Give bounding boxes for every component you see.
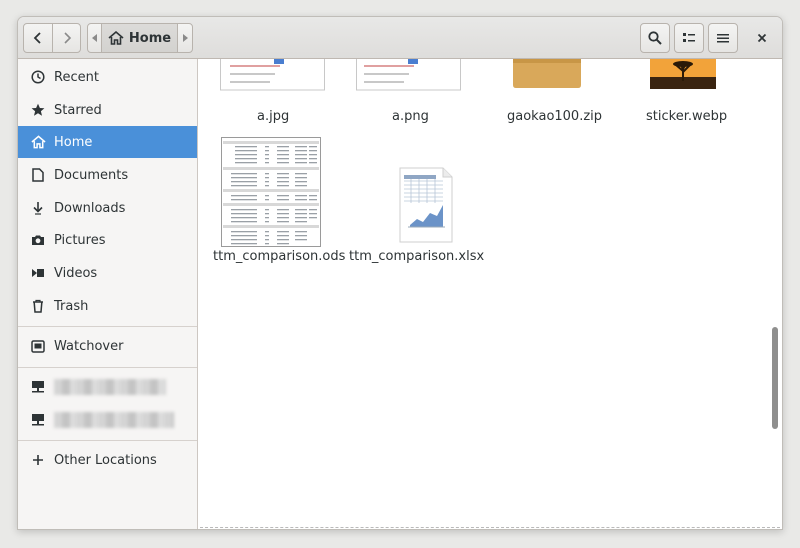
sidebar-item-documents[interactable]: Documents bbox=[18, 159, 197, 191]
network-drive-icon bbox=[30, 379, 46, 395]
sidebar-item-label: Pictures bbox=[54, 232, 106, 248]
back-button[interactable] bbox=[23, 23, 53, 53]
sidebar-item-network-2[interactable] bbox=[18, 404, 197, 436]
download-icon bbox=[30, 200, 46, 216]
sidebar-item-label: Home bbox=[54, 134, 93, 150]
camera-icon bbox=[30, 232, 46, 248]
sidebar-item-starred[interactable]: Starred bbox=[18, 94, 197, 126]
sidebar-item-other-locations[interactable]: Other Locations bbox=[18, 444, 197, 476]
sidebar-item-watchover[interactable]: Watchover bbox=[18, 330, 197, 362]
search-icon bbox=[648, 31, 662, 45]
sidebar-item-network-1[interactable] bbox=[18, 371, 197, 403]
star-icon bbox=[30, 102, 46, 118]
triangle-left-icon bbox=[91, 34, 98, 42]
file-name[interactable]: a.jpg bbox=[257, 109, 289, 124]
list-view-icon bbox=[682, 32, 696, 44]
file-name[interactable]: gaokao100.zip bbox=[507, 109, 602, 124]
sidebar-separator bbox=[18, 367, 197, 368]
sidebar-item-recent[interactable]: Recent bbox=[18, 61, 197, 93]
sidebar-item-trash[interactable]: Trash bbox=[18, 290, 197, 322]
spreadsheet-icon[interactable] bbox=[399, 167, 453, 243]
file-thumbnail[interactable] bbox=[650, 59, 716, 89]
search-button[interactable] bbox=[640, 23, 670, 53]
home-icon bbox=[108, 31, 124, 45]
file-name[interactable]: a.png bbox=[392, 109, 429, 124]
redacted-location-name bbox=[54, 379, 166, 395]
video-icon bbox=[30, 265, 46, 281]
path-home-button[interactable]: Home bbox=[101, 23, 178, 53]
clock-icon bbox=[30, 69, 46, 85]
chevron-right-icon bbox=[61, 32, 73, 44]
path-scroll-right-button[interactable] bbox=[177, 23, 193, 53]
menu-button[interactable] bbox=[708, 23, 738, 53]
path-scroll-left-button[interactable] bbox=[87, 23, 102, 53]
sidebar-item-label: Trash bbox=[54, 298, 89, 314]
file-view: a.jpg a.png gaokao100.zip sticker.webp t… bbox=[198, 59, 782, 529]
sidebar-separator bbox=[18, 326, 197, 327]
forward-button[interactable] bbox=[52, 23, 81, 53]
sidebar-item-label: Documents bbox=[54, 167, 129, 183]
network-drive-icon bbox=[30, 412, 46, 428]
header-bar: Home bbox=[18, 17, 782, 59]
sidebar-item-home[interactable]: Home bbox=[18, 126, 197, 158]
home-icon bbox=[30, 134, 46, 150]
sidebar-item-videos[interactable]: Videos bbox=[18, 257, 197, 289]
trash-icon bbox=[30, 298, 46, 314]
sidebar-item-label: Other Locations bbox=[54, 452, 157, 468]
file-thumbnail[interactable] bbox=[220, 59, 325, 91]
file-name[interactable]: ttm_comparison.xlsx bbox=[349, 249, 484, 264]
file-name[interactable]: ttm_comparison.ods bbox=[213, 249, 345, 264]
file-thumbnail[interactable] bbox=[221, 137, 321, 247]
plus-icon bbox=[30, 452, 46, 468]
sidebar-item-pictures[interactable]: Pictures bbox=[18, 224, 197, 256]
hamburger-icon bbox=[716, 32, 730, 44]
vertical-scrollbar[interactable] bbox=[772, 327, 778, 429]
sidebar-item-label: Starred bbox=[54, 102, 102, 118]
chevron-left-icon bbox=[32, 32, 44, 44]
close-icon bbox=[757, 32, 767, 47]
path-home-label: Home bbox=[128, 30, 172, 46]
sidebar-item-label: Downloads bbox=[54, 200, 126, 216]
document-icon bbox=[30, 167, 46, 183]
close-button[interactable] bbox=[751, 28, 773, 50]
file-thumbnail[interactable] bbox=[356, 59, 461, 91]
sidebar-item-label: Watchover bbox=[54, 338, 124, 354]
triangle-right-icon bbox=[182, 34, 188, 42]
drive-icon bbox=[30, 338, 46, 354]
sidebar-item-label: Recent bbox=[54, 69, 99, 85]
archive-icon[interactable] bbox=[512, 59, 582, 89]
file-name[interactable]: sticker.webp bbox=[646, 109, 727, 124]
sidebar-item-label: Videos bbox=[54, 265, 98, 281]
sidebar: Recent Starred Home Documents Downloads … bbox=[18, 59, 198, 529]
bottom-drop-indicator bbox=[200, 527, 780, 528]
sidebar-separator bbox=[18, 440, 197, 441]
view-options-button[interactable] bbox=[674, 23, 704, 53]
redacted-location-name bbox=[54, 412, 174, 428]
file-manager-window: Home Recent Starred Home Documents Downl… bbox=[17, 16, 783, 530]
sidebar-item-downloads[interactable]: Downloads bbox=[18, 192, 197, 224]
